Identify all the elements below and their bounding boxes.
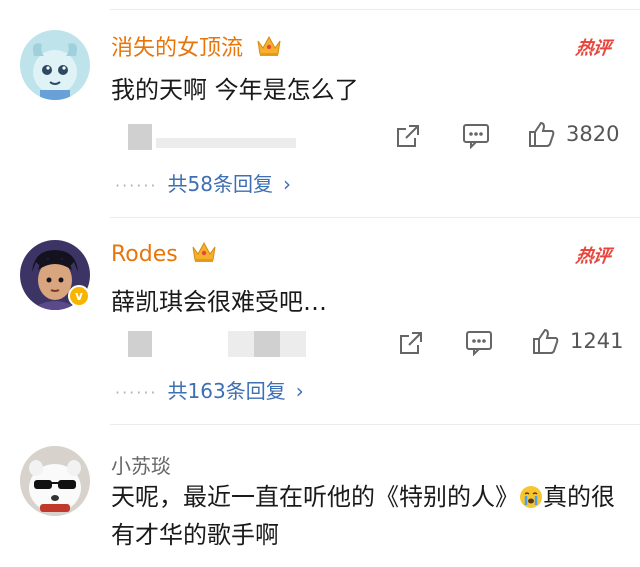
view-replies-link[interactable]: ······ 共163条回复 › xyxy=(115,375,304,404)
blurred-meta xyxy=(280,331,306,357)
blurred-meta xyxy=(128,331,152,357)
like-count: 1241 xyxy=(570,329,624,353)
share-icon xyxy=(395,123,421,149)
comment-button[interactable] xyxy=(465,330,493,356)
thumbs-up-icon xyxy=(528,120,556,148)
chevron-right-icon: › xyxy=(295,379,304,403)
username[interactable]: Rodes xyxy=(111,240,217,270)
like-button[interactable]: 3820 xyxy=(528,120,619,148)
username-text[interactable]: Rodes xyxy=(111,242,178,267)
blurred-meta xyxy=(228,331,254,357)
comment-button[interactable] xyxy=(462,123,490,149)
share-button[interactable] xyxy=(398,330,424,356)
hot-comment-badge: 热评 xyxy=(574,38,612,59)
crying-face-icon xyxy=(519,482,543,508)
view-replies-link[interactable]: ······ 共58条回复 › xyxy=(115,168,291,197)
username[interactable]: 小苏琰 xyxy=(111,450,171,479)
comment-text-part: 天呢，最近一直在听他的《特别的人》 xyxy=(111,483,519,511)
verified-badge-icon: v xyxy=(68,285,90,307)
avatar[interactable] xyxy=(20,30,90,100)
hot-comment-badge: 热评 xyxy=(574,246,612,267)
share-icon xyxy=(398,330,424,356)
like-button[interactable]: 1241 xyxy=(532,327,623,355)
replies-dots: ······ xyxy=(115,383,158,402)
comment-text: 天呢，最近一直在听他的《特别的人》 真的很有才华的歌手啊 xyxy=(111,478,621,554)
replies-dots: ······ xyxy=(115,176,158,195)
comment-text: 薛凯琪会很难受吧… xyxy=(111,288,327,316)
username-text[interactable]: 消失的女顶流 xyxy=(111,36,243,61)
username-text[interactable]: 小苏琰 xyxy=(111,454,171,478)
replies-count[interactable]: 共58条回复 xyxy=(168,172,273,196)
thumbs-up-icon xyxy=(532,327,560,355)
blurred-meta xyxy=(254,331,280,357)
avatar[interactable] xyxy=(20,446,90,516)
chevron-right-icon: › xyxy=(282,172,291,196)
blurred-meta xyxy=(128,124,152,150)
blurred-meta xyxy=(156,138,296,148)
comment-icon xyxy=(465,330,493,356)
comment-text: 我的天啊 今年是怎么了 xyxy=(111,76,359,104)
replies-count[interactable]: 共163条回复 xyxy=(168,379,286,403)
crown-icon xyxy=(256,34,282,64)
comment-divider xyxy=(110,217,640,218)
comment-divider xyxy=(110,424,640,425)
share-button[interactable] xyxy=(395,123,421,149)
username[interactable]: 消失的女顶流 xyxy=(111,30,282,64)
crown-icon xyxy=(191,240,217,270)
comment-icon xyxy=(462,123,490,149)
like-count: 3820 xyxy=(566,122,620,146)
top-divider xyxy=(110,9,640,10)
